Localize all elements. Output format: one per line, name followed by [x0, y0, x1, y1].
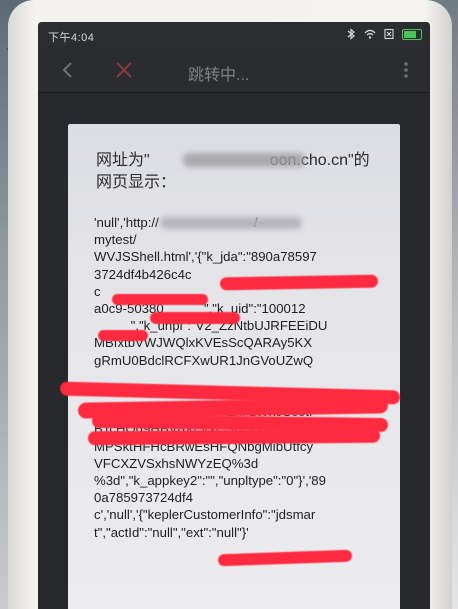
- battery-icon: [402, 28, 422, 40]
- redaction-mark: [112, 294, 208, 305]
- phone-screen: 下午4:04 跳转中... 网址为" oon.cho.cn"的 网页显示： 'n…: [38, 22, 430, 609]
- bluetooth-icon: [347, 28, 355, 40]
- nav-bar: 跳转中...: [38, 48, 430, 93]
- close-icon[interactable]: [112, 58, 136, 82]
- dialog-title-prefix: 网址为": [96, 152, 150, 169]
- chevron-left-icon[interactable]: [56, 58, 80, 82]
- wifi-icon: [364, 29, 376, 39]
- dialog-message: 'null','http:// / mytest/ WVJSShell.html…: [94, 215, 328, 540]
- dialog-title-line2: 网页显示：: [96, 174, 177, 191]
- status-bar: 下午4:04: [38, 22, 430, 48]
- redaction-mark: [217, 549, 353, 567]
- title-blur-mask: [183, 153, 305, 167]
- redaction-mark: [219, 274, 379, 291]
- redaction-mark: [87, 428, 381, 446]
- dialog-title: 网址为" oon.cho.cn"的 网页显示：: [96, 150, 386, 194]
- phone-body: 下午4:04 跳转中... 网址为" oon.cho.cn"的 网页显示： 'n…: [8, 0, 452, 609]
- redaction-mark: [98, 330, 148, 341]
- redaction-mark: [150, 312, 240, 324]
- status-icons: [345, 28, 422, 40]
- no-sim-icon: [384, 28, 394, 40]
- status-time: 下午4:04: [48, 32, 95, 44]
- js-alert-dialog: 网址为"oon.cho.cn"的 网页显示： 'null','http:// /…: [59, 124, 401, 609]
- page-title: 跳转中...: [188, 67, 250, 84]
- more-icon[interactable]: [394, 58, 418, 82]
- url-blur-mask: [160, 217, 302, 229]
